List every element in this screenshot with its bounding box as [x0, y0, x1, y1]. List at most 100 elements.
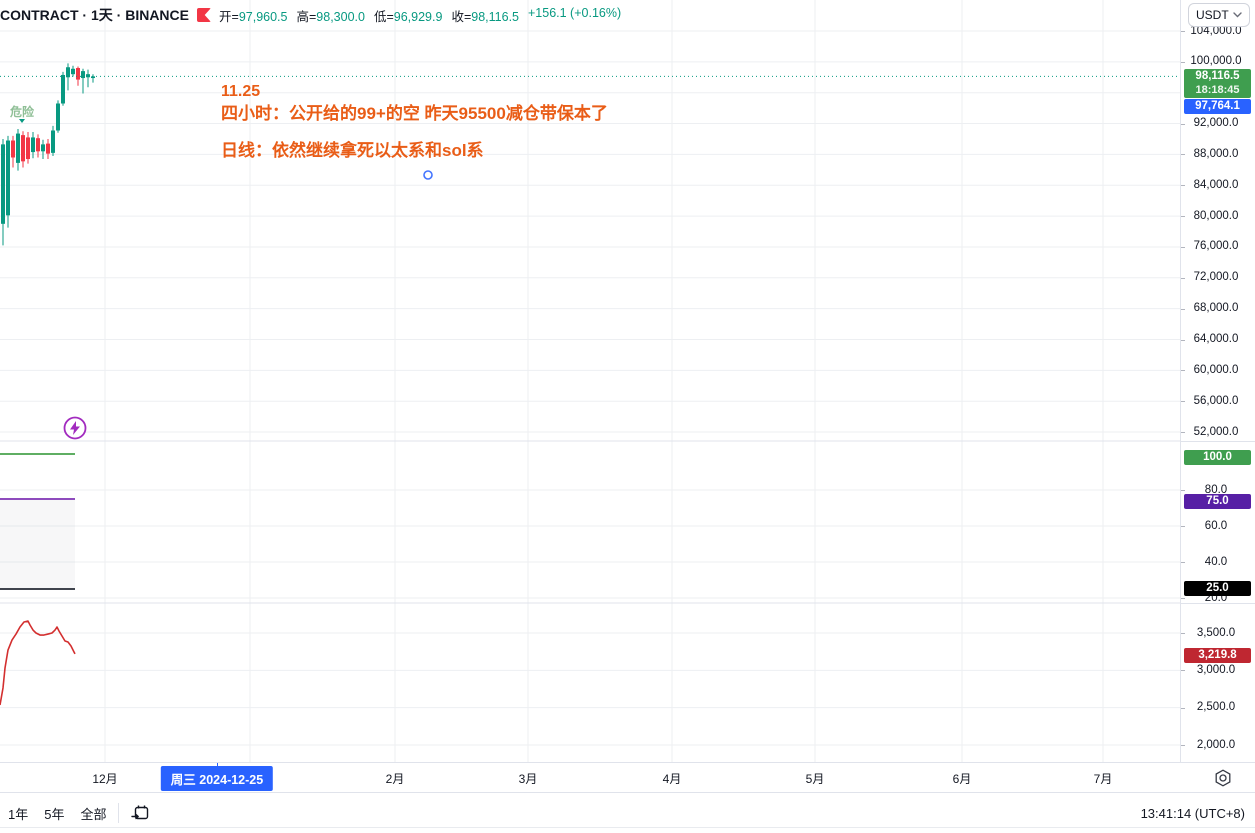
price-axis-tick: [1181, 154, 1185, 155]
price-axis-label: 76,000.0: [1181, 240, 1251, 253]
price-badge: 75.0: [1184, 494, 1251, 509]
range-5y-button[interactable]: 5年: [36, 800, 72, 827]
price-axis-label: 100,000.0: [1181, 55, 1251, 68]
candle-body: [41, 144, 45, 151]
price-axis-tick: [1181, 708, 1185, 709]
price-axis-tick: [1181, 562, 1185, 563]
price-axis-label: 3,000.0: [1181, 664, 1251, 677]
candle-body: [31, 137, 35, 152]
secondary-symbol-line[interactable]: [0, 621, 75, 705]
price-badge: 100.0: [1184, 450, 1251, 465]
ohlc-close-label: 收=: [451, 10, 471, 24]
candle-body: [6, 141, 10, 216]
price-scale[interactable]: USDT 104,000.0100,000.092,000.088,000.08…: [1180, 0, 1255, 792]
date-badge: 周三 2024-12-25: [161, 766, 273, 791]
time-axis-label: 2月: [386, 770, 405, 787]
price-axis-tick: [1181, 432, 1185, 433]
price-axis-tick: [1181, 278, 1185, 279]
candle-body: [51, 130, 55, 152]
candle-body: [26, 137, 30, 159]
ohlc-values: 开=97,960.5 高=98,300.0 低=96,929.9 收=98,11…: [219, 6, 621, 25]
toolbar-divider: [118, 803, 119, 823]
price-axis-tick: [1181, 62, 1185, 63]
price-axis-tick: [1181, 216, 1185, 217]
candle-body: [81, 71, 85, 78]
price-change: +156.1 (+0.16%): [528, 6, 621, 25]
price-axis-label: 56,000.0: [1181, 395, 1251, 408]
price-axis-tick: [1181, 401, 1185, 402]
range-1y-button[interactable]: 1年: [0, 800, 36, 827]
candle-body: [46, 144, 50, 154]
chevron-down-icon: [1233, 12, 1242, 18]
symbol-title[interactable]: CONTRACT · 1天 · BINANCE: [0, 5, 189, 25]
price-badge: 97,764.1: [1184, 99, 1251, 114]
price-axis-tick: [1181, 31, 1185, 32]
time-axis-label: 5月: [806, 770, 825, 787]
price-axis-tick: [1181, 598, 1185, 599]
time-scale[interactable]: 周三 2024-12-25 12月2月3月4月5月6月7月: [0, 762, 1255, 792]
price-axis-label: 52,000.0: [1181, 426, 1251, 439]
price-axis-label: 68,000.0: [1181, 302, 1251, 315]
chart-pane[interactable]: CONTRACT · 1天 · BINANCE 开=97,960.5 高=98,…: [0, 0, 1180, 762]
range-all-button[interactable]: 全部: [72, 800, 114, 827]
price-axis-tick: [1181, 340, 1185, 341]
price-axis-tick: [1181, 247, 1185, 248]
symbol-header: CONTRACT · 1天 · BINANCE 开=97,960.5 高=98,…: [0, 5, 621, 25]
ohlc-low-value: 96,929.9: [394, 10, 443, 24]
currency-dropdown-value: USDT: [1196, 8, 1229, 22]
ohlc-open-value: 97,960.5: [239, 10, 288, 24]
pane-separator: [1181, 603, 1255, 604]
date-badge-tick: [217, 763, 218, 766]
ohlc-low-label: 低=: [374, 10, 394, 24]
candle-body: [66, 67, 70, 77]
candle-body: [1, 144, 5, 223]
time-axis-label: 6月: [953, 770, 972, 787]
symbol-logo-icon: [197, 8, 211, 22]
candle-body: [71, 69, 75, 74]
price-axis-tick: [1181, 309, 1185, 310]
price-badge: 25.0: [1184, 581, 1251, 596]
price-axis-tick: [1181, 526, 1185, 527]
go-to-date-icon[interactable]: [127, 800, 153, 826]
time-axis-label: 4月: [663, 770, 682, 787]
price-axis-tick: [1181, 633, 1185, 634]
annotation-text-line2[interactable]: 日线：依然继续拿死以太系和sol系: [221, 136, 484, 161]
time-axis-label: 7月: [1094, 770, 1113, 787]
time-axis-label: 3月: [519, 770, 538, 787]
price-axis-label: 64,000.0: [1181, 333, 1251, 346]
footer-divider: [0, 827, 1255, 828]
price-axis-tick: [1181, 745, 1185, 746]
oscillator-band: [0, 499, 75, 589]
price-axis-label: 2,000.0: [1181, 739, 1251, 752]
price-axis-tick: [1181, 490, 1185, 491]
candle-body: [56, 103, 60, 130]
trading-chart-window: CONTRACT · 1天 · BINANCE 开=97,960.5 高=98,…: [0, 0, 1255, 833]
pane-separator: [1181, 441, 1255, 442]
price-axis-label: 92,000.0: [1181, 117, 1251, 130]
candle-body: [61, 75, 65, 104]
price-axis-tick: [1181, 185, 1185, 186]
ohlc-close-value: 98,116.5: [471, 10, 519, 24]
price-axis-label: 80,000.0: [1181, 210, 1251, 223]
currency-dropdown[interactable]: USDT: [1188, 3, 1250, 27]
price-axis-label: 60.0: [1181, 520, 1251, 533]
price-axis-label: 3,500.0: [1181, 627, 1251, 640]
chart-settings-icon[interactable]: [1213, 768, 1233, 788]
drawing-anchor-circle[interactable]: [424, 171, 432, 179]
ohlc-high-value: 98,300.0: [316, 10, 365, 24]
ohlc-open-label: 开=: [219, 10, 239, 24]
price-axis-tick: [1181, 370, 1185, 371]
clock-timezone[interactable]: 13:41:14 (UTC+8): [1141, 806, 1245, 821]
price-axis-label: 40.0: [1181, 556, 1251, 569]
annotation-text-line1[interactable]: 四小时：公开给的99+的空 昨天95500减仓带保本了: [221, 99, 608, 124]
price-axis-label: 2,500.0: [1181, 701, 1251, 714]
price-axis-label: 60,000.0: [1181, 364, 1251, 377]
danger-label[interactable]: 危险: [10, 103, 34, 120]
price-axis-label: 88,000.0: [1181, 148, 1251, 161]
candle-body: [16, 134, 20, 163]
ohlc-high-label: 高=: [296, 10, 316, 24]
price-axis-label: 84,000.0: [1181, 179, 1251, 192]
price-badge: 3,219.8: [1184, 648, 1251, 663]
candle-body: [36, 138, 40, 151]
candle-body: [21, 135, 25, 161]
